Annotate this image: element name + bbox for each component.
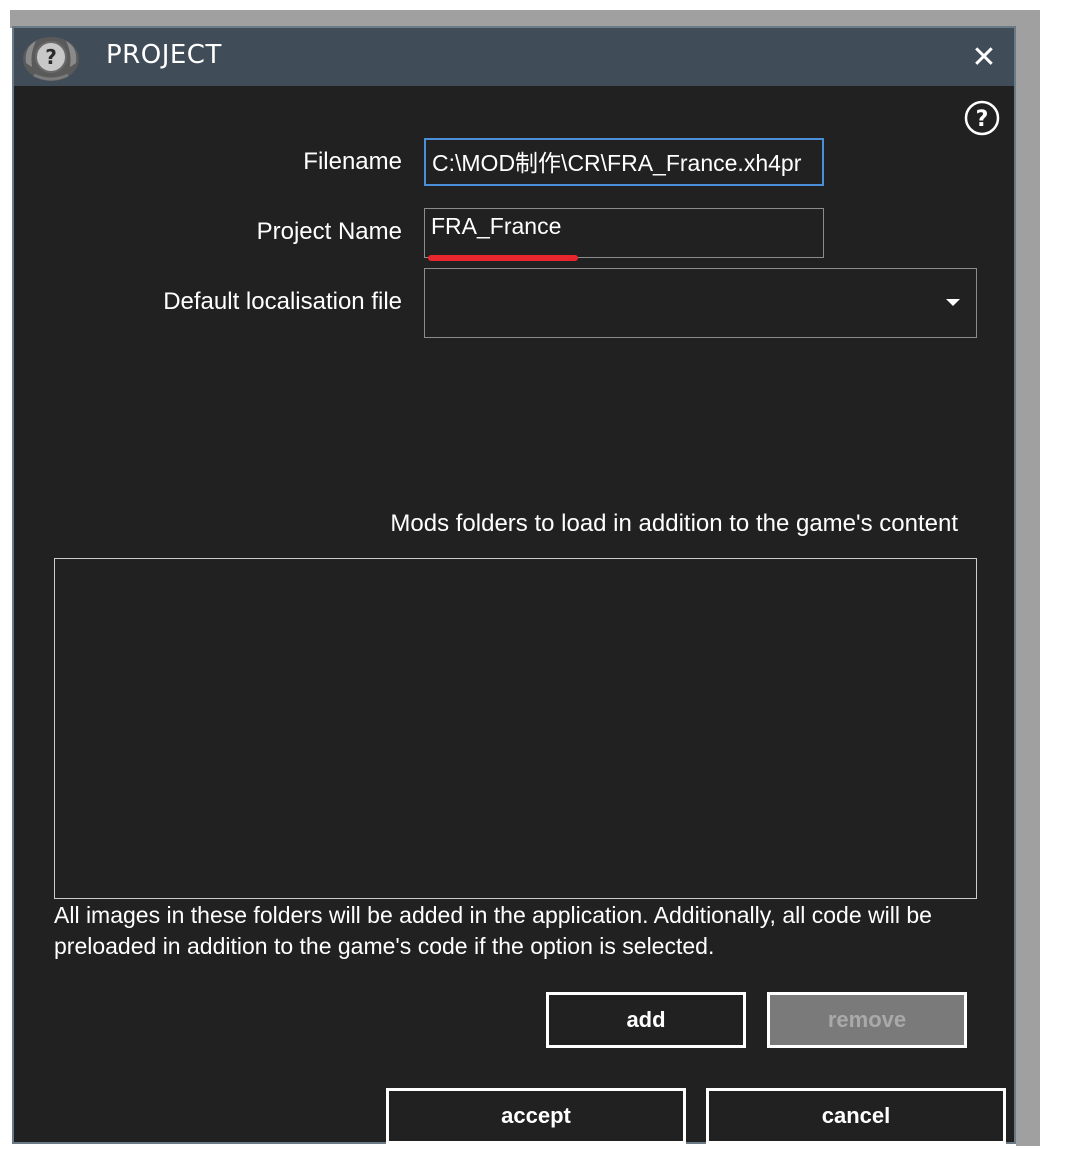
window-title: PROJECT [106, 40, 222, 70]
add-button[interactable]: add [546, 992, 746, 1048]
cancel-button[interactable]: cancel [706, 1088, 1006, 1144]
localisation-label: Default localisation file [163, 288, 402, 315]
mods-folders-label: Mods folders to load in addition to the … [390, 510, 958, 537]
filename-label: Filename [303, 148, 402, 175]
accept-button[interactable]: accept [386, 1088, 686, 1144]
project-name-label: Project Name [256, 218, 402, 245]
filename-value: C:\MOD制作\CR\FRA_France.xh4pr [432, 150, 802, 176]
svg-text:?: ? [976, 107, 989, 132]
chevron-down-icon [946, 299, 960, 306]
title-bar[interactable]: ? PROJECT ✕ [14, 28, 1014, 86]
close-button[interactable]: ✕ [964, 38, 1004, 78]
svg-text:?: ? [45, 45, 57, 69]
close-icon: ✕ [971, 40, 997, 75]
remove-button[interactable]: remove [767, 992, 967, 1048]
window-frame-right [1016, 10, 1040, 1146]
filename-input[interactable]: C:\MOD制作\CR\FRA_France.xh4pr [424, 138, 824, 186]
localisation-dropdown[interactable] [424, 268, 977, 338]
question-medal-icon: ? [23, 37, 79, 81]
project-dialog: ? PROJECT ✕ ? Filename C:\MOD制作\CR\FRA_F… [12, 26, 1016, 1144]
project-name-input[interactable]: FRA_France [424, 208, 824, 258]
annotation-underline [428, 255, 578, 261]
project-name-value: FRA_France [431, 213, 562, 239]
mods-folders-list[interactable] [54, 558, 977, 899]
mods-folders-note: All images in these folders will be adde… [54, 902, 932, 959]
help-icon[interactable]: ? [964, 100, 1000, 136]
